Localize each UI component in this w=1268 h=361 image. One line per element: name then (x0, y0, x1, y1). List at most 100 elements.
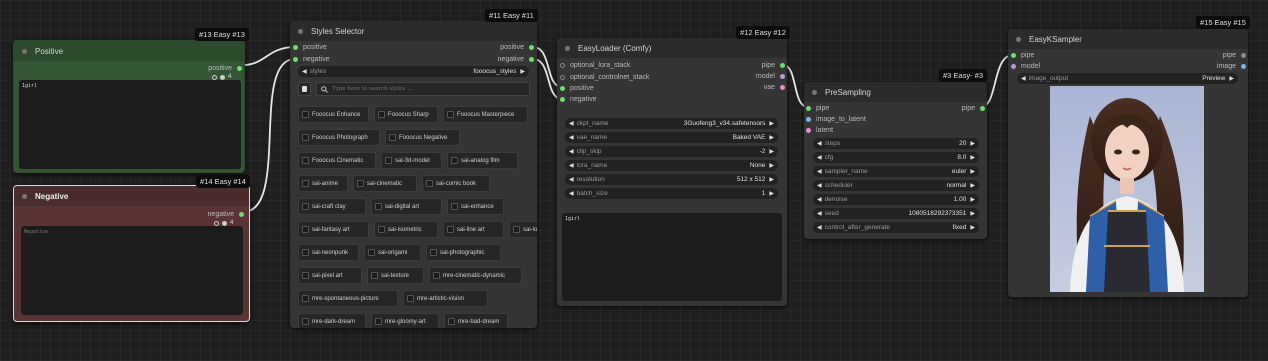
slot-dot-icon[interactable] (239, 212, 244, 217)
output-slot-model[interactable]: model (756, 71, 785, 82)
slot-dot-icon[interactable] (560, 75, 565, 80)
arrow-left-icon[interactable]: ◀ (569, 134, 574, 141)
arrow-left-icon[interactable]: ◀ (817, 140, 822, 147)
arrow-right-icon[interactable]: ▶ (769, 134, 774, 141)
arrow-left-icon[interactable]: ◀ (817, 224, 822, 231)
collapse-dot-icon[interactable] (1016, 36, 1021, 42)
easyloader-node[interactable]: EasyLoader (Comfy) optional_lora_stack o… (557, 38, 787, 306)
slot-dot-icon[interactable] (529, 45, 534, 50)
circle-outline-icon[interactable] (212, 74, 217, 80)
collapse-dot-icon[interactable] (22, 48, 27, 54)
checkbox-icon[interactable] (302, 203, 309, 210)
arrow-right-icon[interactable]: ▶ (769, 120, 774, 127)
arrow-right-icon[interactable]: ▶ (970, 196, 975, 203)
style-option-button[interactable]: sai-analog film (447, 152, 518, 169)
input-slot-pipe[interactable]: pipe (1011, 50, 1034, 61)
arrow-right-icon[interactable]: ▶ (769, 176, 774, 183)
style-option-button[interactable]: mre-bad-dream (444, 313, 508, 328)
arrow-left-icon[interactable]: ◀ (817, 182, 822, 189)
steps-widget[interactable]: ◀ steps 20 ▶ (813, 138, 979, 149)
collapse-dot-icon[interactable] (22, 193, 27, 199)
output-slot-pipe[interactable]: pipe (1223, 50, 1246, 61)
checkbox-icon[interactable] (448, 318, 455, 325)
checkbox-icon[interactable] (302, 180, 309, 187)
style-option-button[interactable]: mre-cinematic-dynamic (429, 267, 522, 284)
output-slot-positive[interactable]: positive (500, 42, 534, 53)
style-search-input[interactable] (332, 86, 522, 92)
arrow-left-icon[interactable]: ◀ (817, 210, 822, 217)
sampler-name-widget[interactable]: ◀ sampler_name euler ▶ (813, 166, 979, 177)
node-title-bar[interactable]: Negative (14, 186, 249, 206)
negative-prompt-node[interactable]: Negative negative 4 Negative (13, 185, 250, 322)
arrow-right-icon[interactable]: ▶ (970, 168, 975, 175)
style-option-button[interactable]: sai-origami (364, 244, 421, 261)
input-slot-latent[interactable]: latent (806, 125, 833, 136)
checkbox-icon[interactable] (389, 134, 396, 141)
arrow-right-icon[interactable]: ▶ (769, 162, 774, 169)
node-title-bar[interactable]: PreSampling (804, 82, 987, 102)
node-title-bar[interactable]: EasyLoader (Comfy) (557, 38, 787, 58)
checkbox-icon[interactable] (447, 111, 454, 118)
scheduler-widget[interactable]: ◀ scheduler normal ▶ (813, 180, 979, 191)
collapse-dot-icon[interactable] (812, 89, 817, 95)
circle-filled-icon[interactable] (220, 74, 225, 80)
slot-dot-icon[interactable] (1011, 64, 1016, 69)
style-option-button[interactable]: sai-comic book (422, 175, 490, 192)
slot-dot-icon[interactable] (780, 63, 785, 68)
style-option-button[interactable]: sai-line art (443, 221, 504, 238)
denoise-widget[interactable]: ◀ denoise 1.00 ▶ (813, 194, 979, 205)
styles-combo-widget[interactable]: ◀ styles fooocus_styles ▶ (298, 66, 529, 77)
checkbox-icon[interactable] (302, 157, 309, 164)
output-slot-pipe[interactable]: pipe (962, 103, 985, 114)
circle-filled-icon[interactable] (222, 220, 227, 226)
generated-image-preview[interactable] (1050, 86, 1204, 292)
checkbox-icon[interactable] (451, 203, 458, 210)
slot-dot-icon[interactable] (1011, 53, 1016, 58)
prompt-textarea[interactable]: 1girl (562, 213, 782, 301)
output-slot-negative[interactable]: negative (498, 54, 534, 65)
checkbox-icon[interactable] (371, 272, 378, 279)
arrow-left-icon[interactable]: ◀ (302, 68, 307, 75)
input-slot-negative[interactable]: negative (560, 94, 596, 105)
presampling-node[interactable]: PreSampling pipe image_to_latent latent … (804, 82, 987, 239)
checkbox-icon[interactable] (430, 249, 437, 256)
arrow-right-icon[interactable]: ▶ (520, 68, 525, 75)
input-slot-optional-lora-stack[interactable]: optional_lora_stack (560, 60, 630, 71)
slot-dot-icon[interactable] (1241, 64, 1246, 69)
checkbox-icon[interactable] (302, 226, 309, 233)
style-option-button[interactable]: mre-artistic-vision (403, 290, 488, 307)
arrow-left-icon[interactable]: ◀ (569, 190, 574, 197)
style-option-button[interactable]: sai-cinematic (353, 175, 417, 192)
easyksampler-node[interactable]: EasyKSampler pipe model pipe image ◀ ima… (1008, 29, 1248, 297)
arrow-left-icon[interactable]: ◀ (569, 176, 574, 183)
input-slot-positive[interactable]: positive (293, 42, 327, 53)
style-option-button[interactable]: sai-fantasy art (298, 221, 369, 238)
arrow-right-icon[interactable]: ▶ (970, 224, 975, 231)
style-option-button[interactable]: Fooocus Negative (385, 129, 460, 146)
style-option-button[interactable]: Fooocus Photograph (298, 129, 380, 146)
slot-dot-icon[interactable] (806, 128, 811, 133)
arrow-left-icon[interactable]: ◀ (1021, 75, 1026, 82)
style-option-button[interactable]: Fooocus Enhance (298, 106, 369, 123)
style-option-button[interactable]: mre-gloomy-art (371, 313, 439, 328)
slot-dot-icon[interactable] (806, 106, 811, 111)
style-option-button[interactable]: sai-neonpunk (298, 244, 359, 261)
node-title-bar[interactable]: EasyKSampler (1008, 29, 1248, 49)
slot-dot-icon[interactable] (529, 57, 534, 62)
style-option-button[interactable]: sai-anime (298, 175, 348, 192)
slot-dot-icon[interactable] (560, 63, 565, 68)
slot-dot-icon[interactable] (293, 57, 298, 62)
arrow-left-icon[interactable]: ◀ (817, 196, 822, 203)
style-option-button[interactable]: Fooocus Sharp (374, 106, 438, 123)
arrow-left-icon[interactable]: ◀ (569, 162, 574, 169)
style-option-button[interactable]: mre-spontaneous-picture (298, 290, 398, 307)
input-slot-positive[interactable]: positive (560, 83, 594, 94)
prompt-textarea[interactable]: Negative (21, 226, 243, 315)
checkbox-icon[interactable] (302, 318, 309, 325)
slot-dot-icon[interactable] (806, 117, 811, 122)
vae-name-widget[interactable]: ◀ vae_name Baked VAE ▶ (565, 132, 778, 143)
slot-dot-icon[interactable] (780, 74, 785, 79)
slot-dot-icon[interactable] (293, 45, 298, 50)
output-slot-pipe[interactable]: pipe (762, 60, 785, 71)
output-slot-image[interactable]: image (1217, 61, 1246, 72)
